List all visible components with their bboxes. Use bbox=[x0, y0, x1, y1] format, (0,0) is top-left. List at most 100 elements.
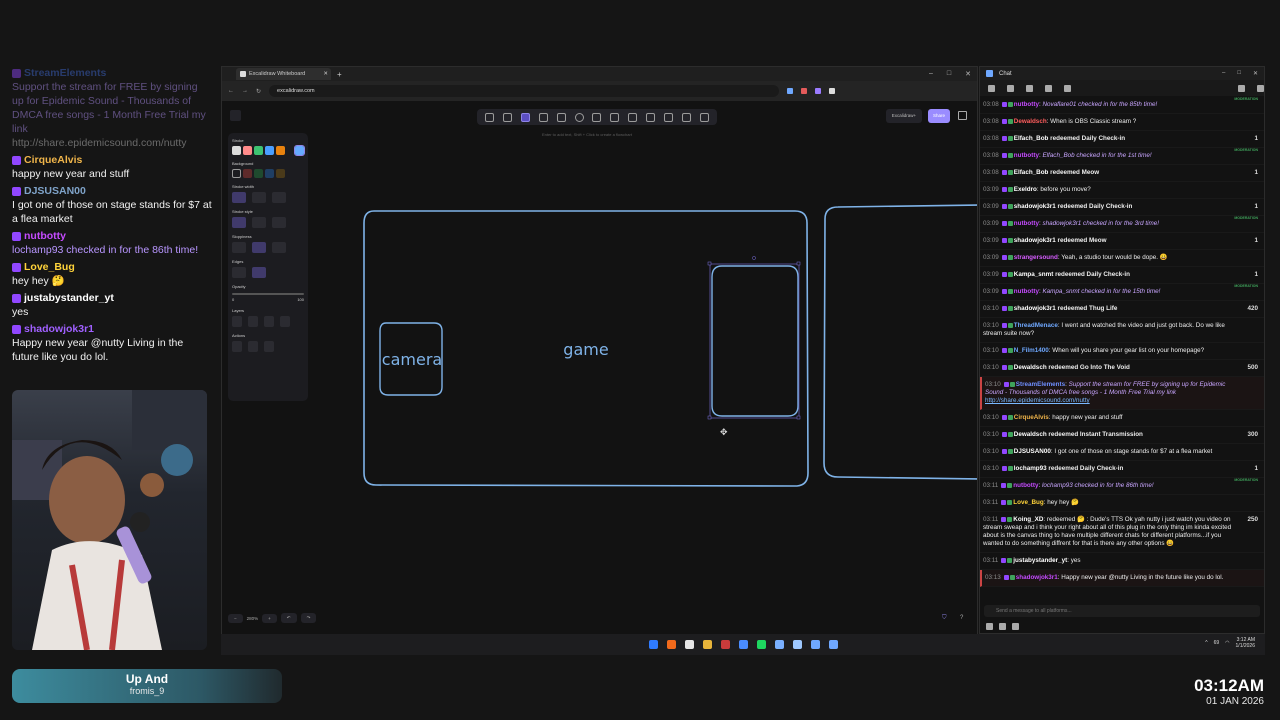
minimize-icon[interactable]: – bbox=[929, 70, 933, 78]
chat-username[interactable]: Dewaldsch bbox=[1014, 364, 1047, 371]
link-icon[interactable] bbox=[264, 341, 274, 352]
tray-date[interactable]: 1/1/2026 bbox=[1236, 643, 1255, 649]
chat-username[interactable]: Koing_XD bbox=[1013, 516, 1043, 523]
bg-swatch[interactable] bbox=[276, 169, 285, 178]
emote-icon[interactable] bbox=[999, 623, 1006, 630]
chat-username[interactable]: lochamp93 bbox=[1014, 465, 1047, 472]
platforms-icon[interactable] bbox=[988, 84, 995, 92]
hamburger-menu-icon[interactable] bbox=[230, 110, 241, 121]
back-icon[interactable]: ← bbox=[228, 88, 234, 94]
tab-excalidraw[interactable]: Excalidraw Whiteboard ✕ bbox=[236, 68, 331, 80]
redo-button[interactable]: ↷ bbox=[300, 613, 317, 623]
chat-username[interactable]: nutbotty bbox=[1014, 220, 1039, 227]
drawing-layer[interactable]: camera game ✥ bbox=[222, 101, 977, 634]
edges-sharp[interactable] bbox=[232, 267, 246, 278]
share-button[interactable]: Share bbox=[928, 109, 950, 123]
hand-tool-icon[interactable] bbox=[503, 112, 513, 122]
extension-icon[interactable] bbox=[815, 88, 822, 94]
taskbar-app-icon[interactable] bbox=[648, 640, 658, 649]
chat-username[interactable]: Love_Bug bbox=[1013, 499, 1043, 506]
taskbar-app-icon[interactable] bbox=[756, 640, 766, 649]
chat-username[interactable]: shadowjok3r1 bbox=[1014, 237, 1056, 244]
bring-to-front-icon[interactable] bbox=[280, 316, 290, 327]
url-field[interactable]: excalidraw.com bbox=[269, 85, 780, 97]
chat-username[interactable]: N_Film1400 bbox=[1014, 347, 1049, 354]
stroke-swatch[interactable] bbox=[294, 145, 305, 156]
extension-icon[interactable] bbox=[801, 88, 808, 94]
wifi-icon[interactable]: ◠ bbox=[1225, 640, 1229, 646]
lock-tool-icon[interactable] bbox=[485, 112, 495, 122]
line-tool-icon[interactable] bbox=[610, 112, 620, 122]
chat-username[interactable]: shadowjok3r1 bbox=[1016, 574, 1058, 581]
maximize-icon[interactable]: □ bbox=[1237, 70, 1241, 77]
help-icon[interactable]: ? bbox=[960, 615, 963, 621]
chat-username[interactable]: nutbotty bbox=[1014, 288, 1039, 295]
volume-level[interactable]: 69 bbox=[1214, 640, 1220, 646]
chat-username[interactable]: Dewaldsch bbox=[1014, 118, 1047, 125]
overlay-chat-link[interactable]: http://share.epidemicsound.com/nutty bbox=[12, 136, 212, 150]
stroke-width-bold[interactable] bbox=[252, 192, 266, 203]
twitch-icon[interactable] bbox=[1064, 84, 1071, 92]
bg-swatch[interactable] bbox=[254, 169, 263, 178]
send-to-back-icon[interactable] bbox=[232, 316, 242, 327]
maximize-icon[interactable]: □ bbox=[947, 70, 951, 78]
chat-username[interactable]: Elfach_Bob bbox=[1014, 135, 1049, 142]
zoom-out-button[interactable]: − bbox=[228, 613, 243, 623]
taskbar-app-icon[interactable] bbox=[684, 640, 694, 649]
stroke-dashed[interactable] bbox=[252, 217, 266, 228]
edges-round[interactable] bbox=[252, 267, 266, 278]
chat-mode-icon[interactable] bbox=[1007, 84, 1014, 92]
diamond-tool-icon[interactable] bbox=[556, 112, 566, 122]
filter-icon[interactable] bbox=[1238, 84, 1245, 92]
zoom-in-button[interactable]: + bbox=[262, 613, 277, 623]
extension-icon[interactable] bbox=[787, 88, 794, 94]
chat-username[interactable]: justabystander_yt bbox=[1013, 557, 1067, 564]
minimize-icon[interactable]: – bbox=[1222, 70, 1225, 77]
chat-username[interactable]: Exeldro bbox=[1014, 186, 1037, 193]
stroke-swatch[interactable] bbox=[276, 146, 285, 155]
sloppiness-cartoonist[interactable] bbox=[272, 242, 286, 253]
taskbar-app-icon[interactable] bbox=[738, 640, 748, 649]
close-window-icon[interactable]: ✕ bbox=[965, 70, 971, 78]
chat-username[interactable]: ThreadMenace bbox=[1014, 322, 1058, 329]
chat-username[interactable]: nutbotty bbox=[1014, 152, 1039, 159]
chat-username[interactable]: nutbotty bbox=[1014, 101, 1039, 108]
stroke-width-thin[interactable] bbox=[232, 192, 246, 203]
forward-icon[interactable]: → bbox=[242, 88, 248, 94]
bg-swatch[interactable] bbox=[243, 169, 252, 178]
taskbar-app-icon[interactable] bbox=[792, 640, 802, 649]
opacity-slider[interactable] bbox=[232, 293, 304, 295]
ellipse-tool-icon[interactable] bbox=[574, 112, 584, 122]
zoom-level[interactable]: 280% bbox=[247, 616, 259, 621]
stroke-solid[interactable] bbox=[232, 217, 246, 228]
chat-username[interactable]: CirqueAlvis bbox=[1014, 414, 1049, 421]
chat-username[interactable]: Kampa_snmt bbox=[1014, 271, 1054, 278]
excalidraw-canvas[interactable]: camera game ✥ Enter to add text, Shift +… bbox=[222, 101, 977, 634]
taskbar-app-icon[interactable] bbox=[666, 640, 676, 649]
send-backward-icon[interactable] bbox=[248, 316, 258, 327]
profile-icon[interactable] bbox=[829, 88, 836, 94]
chat-username[interactable]: DJSUSAN00 bbox=[1014, 448, 1051, 455]
excalidraw-plus-button[interactable]: Excalidraw+ bbox=[886, 109, 922, 123]
undo-button[interactable]: ↶ bbox=[280, 613, 297, 623]
chat-username[interactable]: nutbotty bbox=[1013, 482, 1038, 489]
chat-username[interactable]: StreamElements bbox=[1016, 381, 1065, 388]
bring-forward-icon[interactable] bbox=[264, 316, 274, 327]
select-tool-icon[interactable] bbox=[521, 112, 531, 122]
rectangle-tool-icon[interactable] bbox=[538, 112, 548, 122]
new-tab-icon[interactable]: + bbox=[337, 70, 342, 79]
chat-username[interactable]: shadowjok3r1 bbox=[1014, 305, 1056, 312]
sloppiness-artist[interactable] bbox=[252, 242, 266, 253]
bg-swatch[interactable] bbox=[265, 169, 274, 178]
gift-icon[interactable] bbox=[1012, 623, 1019, 630]
stroke-swatch[interactable] bbox=[243, 146, 252, 155]
reload-icon[interactable]: ↻ bbox=[256, 88, 261, 95]
taskbar-app-icon[interactable] bbox=[774, 640, 784, 649]
pencil-tool-icon[interactable] bbox=[628, 112, 638, 122]
duplicate-icon[interactable] bbox=[232, 341, 242, 352]
stroke-swatch[interactable] bbox=[254, 146, 263, 155]
pen-icon[interactable] bbox=[986, 623, 993, 630]
library-icon[interactable] bbox=[958, 111, 967, 120]
taskbar-app-icon[interactable] bbox=[828, 640, 838, 649]
arrow-tool-icon[interactable] bbox=[592, 112, 602, 122]
